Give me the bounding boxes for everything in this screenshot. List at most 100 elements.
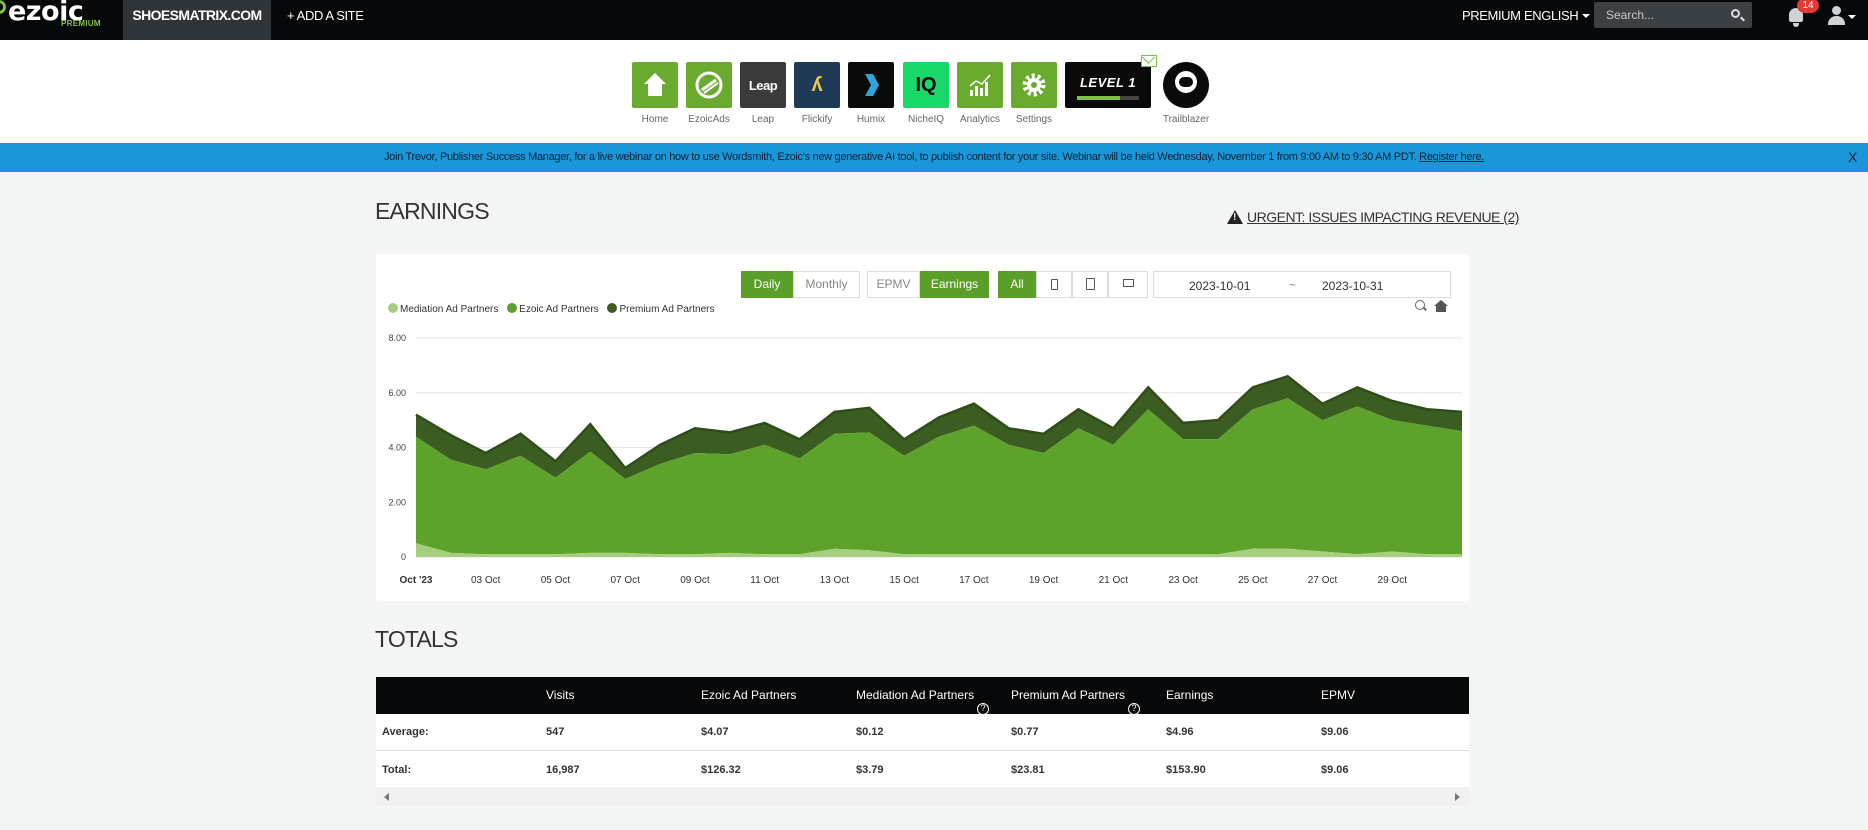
webinar-banner: Join Trevor, Publisher Success Manager, … xyxy=(0,143,1868,172)
x-tick-label: 07 Oct xyxy=(610,575,640,586)
close-icon[interactable]: X xyxy=(1848,143,1857,172)
x-tick-label: 13 Oct xyxy=(820,575,850,586)
app-label: NicheIQ xyxy=(907,114,945,125)
mail-icon[interactable] xyxy=(1141,55,1157,67)
scroll-right-arrow-icon[interactable] xyxy=(1455,793,1460,801)
earnings-area-chart: 0 2.00 4.00 6.00 8.00 Oct '23 03 Oct 05 Oct 07 O… xyxy=(388,333,1463,586)
caret-down-icon xyxy=(1848,15,1856,19)
top-navbar: ezoic PREMIUM SHOESMATRIX.COM + ADD A SI… xyxy=(0,0,1868,40)
x-tick-label: 21 Oct xyxy=(1099,575,1129,586)
app-settings[interactable]: Settings xyxy=(1011,62,1057,125)
cell-visits: 547 xyxy=(546,726,565,738)
app-flickify[interactable]: ʎ Flickify xyxy=(794,62,840,125)
y-tick-label: 6.00 xyxy=(388,388,406,398)
row-label: Average: xyxy=(382,726,429,738)
app-label: Settings xyxy=(1015,114,1053,125)
app-label: Analytics xyxy=(959,114,1000,125)
level-text: LEVEL 1 xyxy=(1079,75,1136,90)
app-ezoicads[interactable]: EzoicAds xyxy=(686,62,732,125)
add-site-link[interactable]: + ADD A SITE xyxy=(287,8,364,23)
search-box xyxy=(1594,2,1752,28)
leap-icon: Leap xyxy=(740,62,786,108)
header-earnings: Earnings xyxy=(1166,688,1214,702)
premium-link[interactable]: PREMIUM xyxy=(1462,8,1521,23)
urgent-issues-link[interactable]: URGENT: ISSUES IMPACTING REVENUE (2) xyxy=(1227,209,1519,225)
visor xyxy=(1179,77,1193,87)
table-row: Average: 547 $4.07 $0.12 $0.77 $4.96 $9.… xyxy=(376,714,1469,751)
earnings-heading: EARNINGS xyxy=(375,198,490,224)
cell-premium: $0.77 xyxy=(1011,726,1039,738)
home-glyph xyxy=(644,73,666,96)
x-tick-label: 03 Oct xyxy=(471,575,501,586)
app-humix[interactable]: Humix xyxy=(848,62,894,125)
cell-mediation: $3.79 xyxy=(856,764,884,776)
app-home[interactable]: Home xyxy=(632,62,678,125)
nicheiq-glyph: IQ xyxy=(915,73,937,96)
x-tick-label: 23 Oct xyxy=(1168,575,1198,586)
y-tick-label: 2.00 xyxy=(388,497,406,507)
x-tick-label: 27 Oct xyxy=(1308,575,1338,586)
humix-icon xyxy=(848,62,894,108)
app-leap[interactable]: Leap Leap xyxy=(740,62,786,125)
y-tick-label: 8.00 xyxy=(388,333,406,343)
cell-visits: 16,987 xyxy=(546,764,580,776)
flickify-glyph: ʎ xyxy=(811,73,823,96)
settings-icon xyxy=(1011,62,1057,108)
app-label: EzoicAds xyxy=(688,114,730,125)
home-icon xyxy=(632,62,678,108)
humix-glyph xyxy=(865,74,879,96)
x-tick-label: 11 Oct xyxy=(750,575,779,586)
notification-count-badge: 14 xyxy=(1797,0,1819,13)
x-tick-label: 09 Oct xyxy=(680,575,710,586)
app-label: Trailblazer xyxy=(1162,114,1210,125)
search-input[interactable] xyxy=(1594,2,1724,28)
caret-down-icon xyxy=(1582,14,1591,18)
language-dropdown[interactable]: ENGLISH xyxy=(1524,8,1591,23)
urgent-issues-text: URGENT: ISSUES IMPACTING REVENUE (2) xyxy=(1247,209,1519,225)
cell-ezoic: $126.32 xyxy=(701,764,741,776)
header-epmv: EPMV xyxy=(1321,688,1356,702)
analytics-glyph xyxy=(969,74,991,96)
cell-mediation: $0.12 xyxy=(856,726,884,738)
y-tick-label: 4.00 xyxy=(388,443,406,453)
app-launcher: Home EzoicAds Leap Leap ʎ Flickify Humix… xyxy=(0,40,1868,143)
gear-glyph xyxy=(1022,73,1046,97)
user-menu-icon[interactable] xyxy=(1826,4,1856,28)
totals-table: Visits Ezoic Ad Partners Mediation Ad Pa… xyxy=(376,677,1469,806)
x-tick-label: 05 Oct xyxy=(541,575,571,586)
analytics-icon xyxy=(957,62,1003,108)
header-mediation: Mediation Ad Partners? xyxy=(856,688,990,715)
ezoicads-glyph xyxy=(695,71,723,99)
register-link[interactable]: Register here. xyxy=(1419,151,1484,163)
app-analytics[interactable]: Analytics xyxy=(957,62,1003,125)
row-label: Total: xyxy=(382,764,412,776)
table-row: Total: 16,987 $126.32 $3.79 $23.81 $153.… xyxy=(376,752,1469,789)
table-header: Visits Ezoic Ad Partners Mediation Ad Pa… xyxy=(376,677,1469,715)
logo-mark-icon xyxy=(0,0,6,14)
x-tick-label: 19 Oct xyxy=(1029,575,1059,586)
header-ezoic: Ezoic Ad Partners xyxy=(701,688,797,702)
level-badge[interactable]: LEVEL 1 xyxy=(1065,62,1151,108)
user-head xyxy=(1832,6,1841,15)
nicheiq-icon: IQ xyxy=(903,62,949,108)
ezoic-logo[interactable]: ezoic PREMIUM xyxy=(0,0,110,40)
leap-glyph: Leap xyxy=(748,77,778,93)
level-progress-bar xyxy=(1077,96,1139,100)
x-tick-label: 17 Oct xyxy=(959,575,989,586)
header-premium-label: Premium Ad Partners xyxy=(1011,688,1126,702)
search-icon[interactable] xyxy=(1731,9,1740,18)
ezoicads-icon xyxy=(686,62,732,108)
earnings-chart-card: Daily Monthly EPMV Earnings All 2023-10-… xyxy=(376,254,1469,601)
cell-epmv: $9.06 xyxy=(1321,726,1349,738)
x-tick-label: 15 Oct xyxy=(889,575,919,586)
scroll-left-arrow-icon[interactable] xyxy=(384,793,389,801)
y-tick-label: 0 xyxy=(401,552,406,562)
header-premium: Premium Ad Partners? xyxy=(1011,688,1141,715)
app-trailblazer[interactable]: Trailblazer xyxy=(1162,62,1210,125)
site-selector-tab[interactable]: SHOESMATRIX.COM xyxy=(123,0,271,40)
app-label: Humix xyxy=(856,114,886,125)
language-label: ENGLISH xyxy=(1524,8,1579,23)
app-nicheiq[interactable]: IQ NicheIQ xyxy=(903,62,949,125)
cell-earnings: $4.96 xyxy=(1166,726,1194,738)
horizontal-scrollbar[interactable] xyxy=(376,787,1469,806)
